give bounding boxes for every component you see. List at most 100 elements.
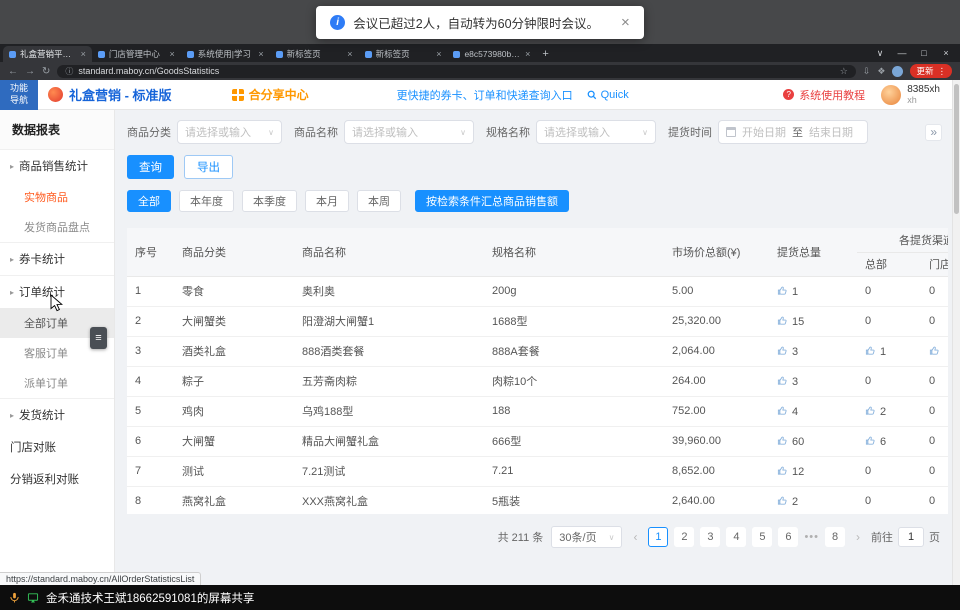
page-number[interactable]: 6	[778, 527, 798, 547]
search-button[interactable]: 查询	[127, 155, 174, 179]
goto-page-input[interactable]	[898, 527, 924, 547]
quick-filter-chip[interactable]: 按检索条件汇总商品销售额	[415, 190, 569, 212]
cell-spec: 666型	[484, 426, 664, 456]
tab-close-icon[interactable]: ×	[81, 49, 86, 59]
cell-name: 五芳斋肉粽	[294, 366, 484, 396]
browser-tab[interactable]: 系统使用|学习×	[181, 46, 270, 62]
col-header-total: 市场价总额(¥)	[664, 228, 769, 276]
sidebar-subitem[interactable]: 实物商品	[0, 182, 114, 212]
gift-icon	[232, 89, 244, 101]
sidebar-section-item[interactable]: 门店对账	[0, 431, 114, 463]
sidebar-section-item[interactable]: ▸商品销售统计	[0, 150, 114, 182]
quick-filter-chip[interactable]: 本年度	[179, 190, 234, 212]
browser-tab-strip: 礼盒营销平台管理中心×门店管理中心×系统使用|学习×新标签页×新标签页×e8c5…	[0, 44, 960, 62]
page-number[interactable]: 3	[700, 527, 720, 547]
sidebar-subitem[interactable]: 发货商品盘点	[0, 212, 114, 242]
cell-category: 零食	[174, 276, 294, 306]
quick-filter-chip[interactable]: 全部	[127, 190, 171, 212]
goods-statistics-table: 序号 商品分类 商品名称 规格名称 市场价总额(¥) 提货总量 各提货渠道 总部	[127, 228, 948, 514]
cell-no: 2	[127, 306, 174, 336]
tab-close-icon[interactable]: ×	[525, 49, 530, 59]
quick-filter-chip[interactable]: 本季度	[242, 190, 297, 212]
cell-name: 阳澄湖大闸蟹1	[294, 306, 484, 336]
sidebar-title: 数据报表	[0, 110, 114, 150]
browser-tab[interactable]: 新标签页×	[359, 46, 448, 62]
sidebar-section-item[interactable]: 分销返利对账	[0, 463, 114, 495]
cell-total: 2,064.00	[664, 336, 769, 366]
date-end-placeholder: 结束日期	[809, 124, 853, 140]
tutorial-link[interactable]: ? 系统使用教程	[783, 87, 865, 103]
page-number-list: 123456•••8	[648, 527, 845, 547]
func-nav-line1: 功能	[10, 83, 28, 94]
browser-profile-avatar[interactable]	[892, 66, 903, 77]
calendar-icon	[726, 127, 736, 137]
name-select[interactable]: 请选择或输入 ∨	[344, 120, 474, 144]
tab-close-icon[interactable]: ×	[436, 49, 441, 59]
browser-update-button[interactable]: 更新 ⋮	[910, 64, 952, 78]
table-row: 1零食奥利奥200g5.00100	[127, 276, 948, 306]
microphone-icon	[9, 592, 20, 603]
chevron-down-icon: ∨	[609, 533, 615, 542]
collapse-panel-icon[interactable]: »	[925, 124, 942, 141]
browser-tab[interactable]: 门店管理中心×	[92, 46, 181, 62]
tab-title: 礼盒营销平台管理中心	[20, 48, 77, 60]
category-select[interactable]: 请选择或输入 ∨	[177, 120, 282, 144]
filter-label: 规格名称	[486, 124, 530, 140]
tab-close-icon[interactable]: ×	[170, 49, 175, 59]
browser-tab[interactable]: 礼盒营销平台管理中心 ×	[3, 46, 92, 62]
sidebar-section-item[interactable]: ▸券卡统计	[0, 242, 114, 275]
browser-tab[interactable]: e8c573980b1328a258fd2e6f×	[447, 46, 536, 62]
close-window-button[interactable]: ×	[935, 44, 957, 62]
next-page-icon[interactable]: ›	[853, 530, 863, 544]
browser-address-bar: ← → ↻ ⓘ standard.maboy.cn/GoodsStatistic…	[0, 62, 960, 80]
select-placeholder: 请选择或输入	[185, 124, 251, 140]
sidebar-section-item[interactable]: ▸发货统计	[0, 398, 114, 431]
share-center-link[interactable]: 合分享中心	[232, 86, 309, 103]
page-size-value: 30条/页	[559, 529, 596, 545]
new-tab-button[interactable]: +	[542, 48, 548, 60]
forward-icon[interactable]: →	[25, 66, 35, 77]
reload-icon[interactable]: ↻	[42, 66, 50, 77]
update-label: 更新	[916, 65, 933, 77]
page-number[interactable]: 5	[752, 527, 772, 547]
sidebar-section-item[interactable]: ▸订单统计	[0, 275, 114, 308]
site-info-icon[interactable]: ⓘ	[65, 66, 73, 77]
quick-search-button[interactable]: Quick	[587, 89, 629, 101]
url-input[interactable]: ⓘ standard.maboy.cn/GoodsStatistics ☆	[57, 65, 855, 78]
tab-close-icon[interactable]: ×	[347, 49, 352, 59]
prev-page-icon[interactable]: ‹	[630, 530, 640, 544]
browser-tab[interactable]: 新标签页×	[270, 46, 359, 62]
download-icon[interactable]: ⇩	[863, 66, 871, 77]
filter-label: 商品分类	[127, 124, 171, 140]
pickup-hand-icon	[865, 405, 876, 416]
export-button[interactable]: 导出	[184, 155, 233, 179]
sidebar-drawer-handle[interactable]: ≡	[90, 327, 107, 349]
minimize-button[interactable]: —	[891, 44, 913, 62]
page-number[interactable]: 8	[825, 527, 845, 547]
user-subname: xh	[907, 95, 940, 105]
cell-total: 25,320.00	[664, 306, 769, 336]
tab-search-icon[interactable]: ∨	[869, 44, 891, 62]
close-icon[interactable]: ×	[621, 14, 630, 31]
tab-close-icon[interactable]: ×	[258, 49, 263, 59]
quick-filter-chip[interactable]: 本月	[305, 190, 349, 212]
page-size-select[interactable]: 30条/页 ∨	[551, 526, 622, 548]
spec-select[interactable]: 请选择或输入 ∨	[536, 120, 656, 144]
table-row: 3酒类礼盒888酒类套餐888A套餐2,064.0031	[127, 336, 948, 366]
extensions-icon[interactable]: ❖	[877, 66, 885, 77]
function-nav-button[interactable]: 功能 导航	[0, 80, 38, 110]
maximize-button[interactable]: □	[913, 44, 935, 62]
date-range-picker[interactable]: 开始日期 至 结束日期	[718, 120, 868, 144]
page-number[interactable]: 1	[648, 527, 668, 547]
page-number[interactable]: 4	[726, 527, 746, 547]
goto-page: 前往 页	[871, 527, 940, 547]
cell-pickup: 15	[769, 306, 857, 336]
bookmark-icon[interactable]: ☆	[840, 66, 848, 77]
page-number[interactable]: 2	[674, 527, 694, 547]
back-icon[interactable]: ←	[8, 66, 18, 77]
user-menu[interactable]: 8385xh xh	[881, 84, 940, 106]
sidebar-subitem[interactable]: 派单订单	[0, 368, 114, 398]
scrollbar-thumb[interactable]	[954, 84, 959, 214]
page-scrollbar[interactable]	[952, 80, 960, 585]
quick-filter-chip[interactable]: 本周	[357, 190, 401, 212]
